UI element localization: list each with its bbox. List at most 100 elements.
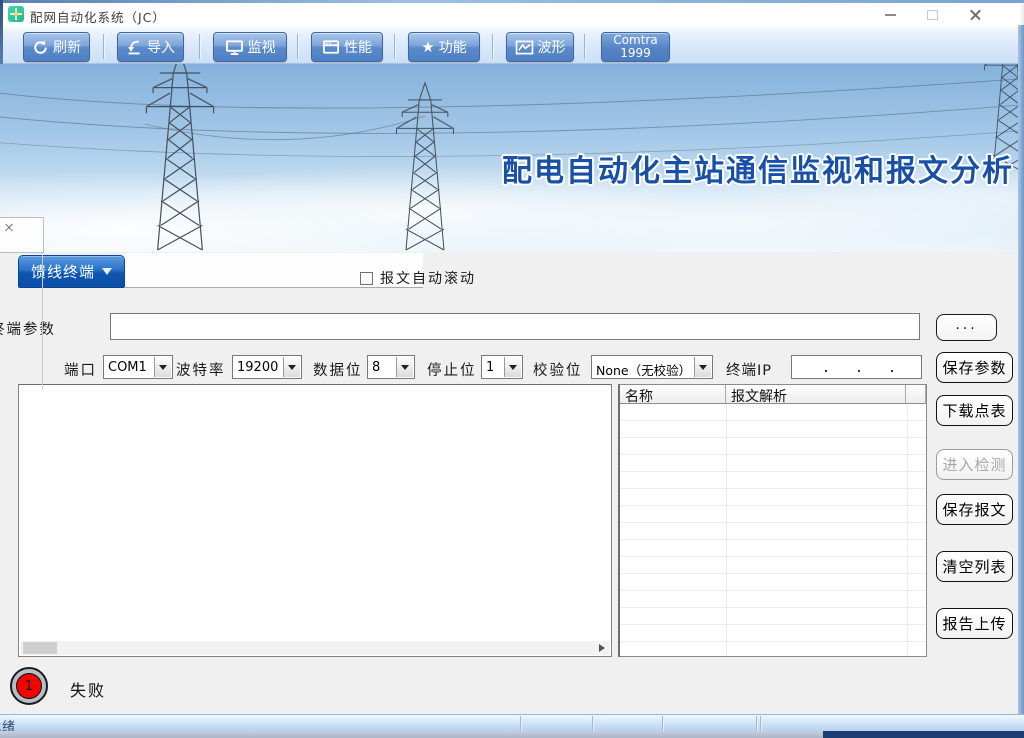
port-select[interactable]: COM1 (103, 355, 173, 379)
parse-table: 名称 报文解析 (618, 384, 927, 657)
toolbar-button-label: 功能 (439, 37, 467, 57)
checkbox-label: 报文自动滚动 (380, 268, 476, 288)
tab-label: 馈线终端 (31, 261, 95, 282)
minimize-icon (885, 14, 896, 16)
maximize-icon (927, 10, 938, 20)
toolbar-button-label: 监视 (248, 37, 276, 57)
status-indicator-light: 1 (10, 667, 48, 705)
toolbar-button-label: 刷新 (53, 37, 81, 57)
autoscroll-checkbox[interactable]: 报文自动滚动 (360, 268, 476, 288)
stopbits-select[interactable]: 1 (481, 355, 523, 379)
waveform-button[interactable]: 波形 (506, 32, 574, 62)
status-bar-divider (592, 716, 593, 731)
scrollbar-thumb[interactable] (23, 642, 57, 654)
bottom-border-left (0, 731, 823, 738)
status-bar-divider (760, 716, 761, 731)
column-header-blank[interactable] (906, 385, 926, 404)
ip-dot (858, 370, 860, 372)
download-point-table-button[interactable]: 下载点表 (936, 395, 1013, 426)
maximize-button[interactable] (917, 5, 947, 25)
close-icon[interactable] (4, 223, 14, 233)
table-gridline (907, 404, 908, 656)
comtra-1999-button[interactable]: Comtra 1999 (601, 32, 670, 62)
terminal-ip-label: 终端IP (726, 359, 772, 380)
import-button[interactable]: 导入 (117, 32, 184, 62)
parity-value: None（无校验） (596, 360, 692, 379)
clear-list-button[interactable]: 清空列表 (936, 551, 1013, 582)
parity-select[interactable]: None（无校验） (591, 355, 713, 379)
stopbits-label: 停止位 (427, 359, 477, 380)
status-bar: 就绪 (0, 714, 1024, 731)
minimize-button[interactable] (875, 5, 905, 25)
status-bar-divider (756, 716, 757, 731)
chevron-down-icon[interactable] (504, 357, 521, 377)
toolbar-divider (394, 34, 395, 59)
app-logo-icon (8, 6, 24, 22)
upload-report-button[interactable]: 报告上传 (936, 608, 1013, 639)
tab-feeder-terminal[interactable]: 馈线终端 (18, 255, 125, 288)
main-panel: 馈线终端 报文自动滚动 终端参数 ... 端口 COM1 波特率 19200 数… (0, 252, 1024, 714)
baud-select[interactable]: 19200 (232, 355, 302, 379)
save-params-button[interactable]: 保存参数 (936, 352, 1013, 383)
table-gridline (726, 404, 727, 656)
monitor-icon (225, 39, 244, 56)
chevron-down-icon[interactable] (154, 357, 171, 377)
banner-image: 配电自动化主站通信监视和报文分析 (0, 64, 1024, 252)
chevron-down-icon[interactable] (694, 357, 711, 377)
toolbar-divider (492, 34, 493, 59)
databits-label: 数据位 (313, 359, 363, 380)
title-bar: 配网自动化系统（JC） (3, 3, 1021, 26)
terminal-param-label: 终端参数 (0, 318, 56, 339)
collapsed-side-panel (0, 217, 44, 253)
status-bar-divider (662, 716, 663, 731)
status-indicator-label: 失败 (70, 677, 106, 701)
column-header-parse[interactable]: 报文解析 (726, 385, 906, 404)
terminal-param-input[interactable] (110, 313, 920, 340)
window-icon (322, 39, 340, 55)
databits-value: 8 (372, 360, 394, 375)
port-value: COM1 (108, 360, 152, 375)
message-list[interactable] (18, 384, 612, 657)
scroll-right-icon[interactable] (599, 644, 605, 652)
close-button[interactable] (960, 5, 990, 25)
ip-dot (825, 370, 827, 372)
horizontal-scrollbar[interactable] (20, 641, 610, 655)
table-body (620, 404, 926, 656)
star-icon: ★ (421, 40, 434, 55)
port-label: 端口 (64, 359, 97, 380)
waveform-icon (515, 40, 534, 55)
enter-test-button[interactable]: 进入检测 (936, 449, 1013, 480)
status-bar-divider (520, 716, 521, 731)
databits-select[interactable]: 8 (367, 355, 415, 379)
import-icon (126, 39, 143, 56)
checkbox-icon (360, 272, 373, 285)
app-window: 配网自动化系统（JC） 刷新 导入 (0, 0, 1024, 738)
toolbar-divider (584, 34, 585, 59)
refresh-button[interactable]: 刷新 (23, 32, 90, 62)
status-indicator-count: 1 (16, 673, 42, 699)
terminal-ip-input[interactable] (791, 355, 922, 379)
banner-headline: 配电自动化主站通信监视和报文分析 (502, 146, 1014, 190)
chevron-down-icon[interactable] (396, 357, 413, 377)
column-header-name[interactable]: 名称 (620, 385, 726, 404)
bottom-border-right (823, 731, 1024, 738)
window-bottom-border (0, 731, 1024, 738)
ip-dot (891, 370, 893, 372)
performance-button[interactable]: 性能 (311, 32, 383, 62)
main-toolbar: 刷新 导入 监视 性能 (3, 26, 1021, 64)
table-header-row: 名称 报文解析 (620, 385, 926, 404)
toolbar-button-label: 1999 (620, 47, 651, 60)
app-logo-detail (14, 12, 18, 16)
save-messages-button[interactable]: 保存报文 (936, 494, 1013, 525)
toolbar-divider (199, 34, 200, 59)
toolbar-button-label: 导入 (147, 37, 175, 57)
window-right-border (1018, 25, 1024, 731)
chevron-down-icon[interactable] (283, 357, 300, 377)
toolbar-button-label: 性能 (344, 37, 372, 57)
browse-ellipsis-button[interactable]: ... (936, 314, 997, 341)
panel-edge-line (42, 253, 43, 390)
baud-label: 波特率 (176, 359, 226, 380)
features-button[interactable]: ★ 功能 (408, 32, 480, 62)
monitor-button[interactable]: 监视 (213, 32, 287, 62)
close-icon (969, 9, 982, 22)
